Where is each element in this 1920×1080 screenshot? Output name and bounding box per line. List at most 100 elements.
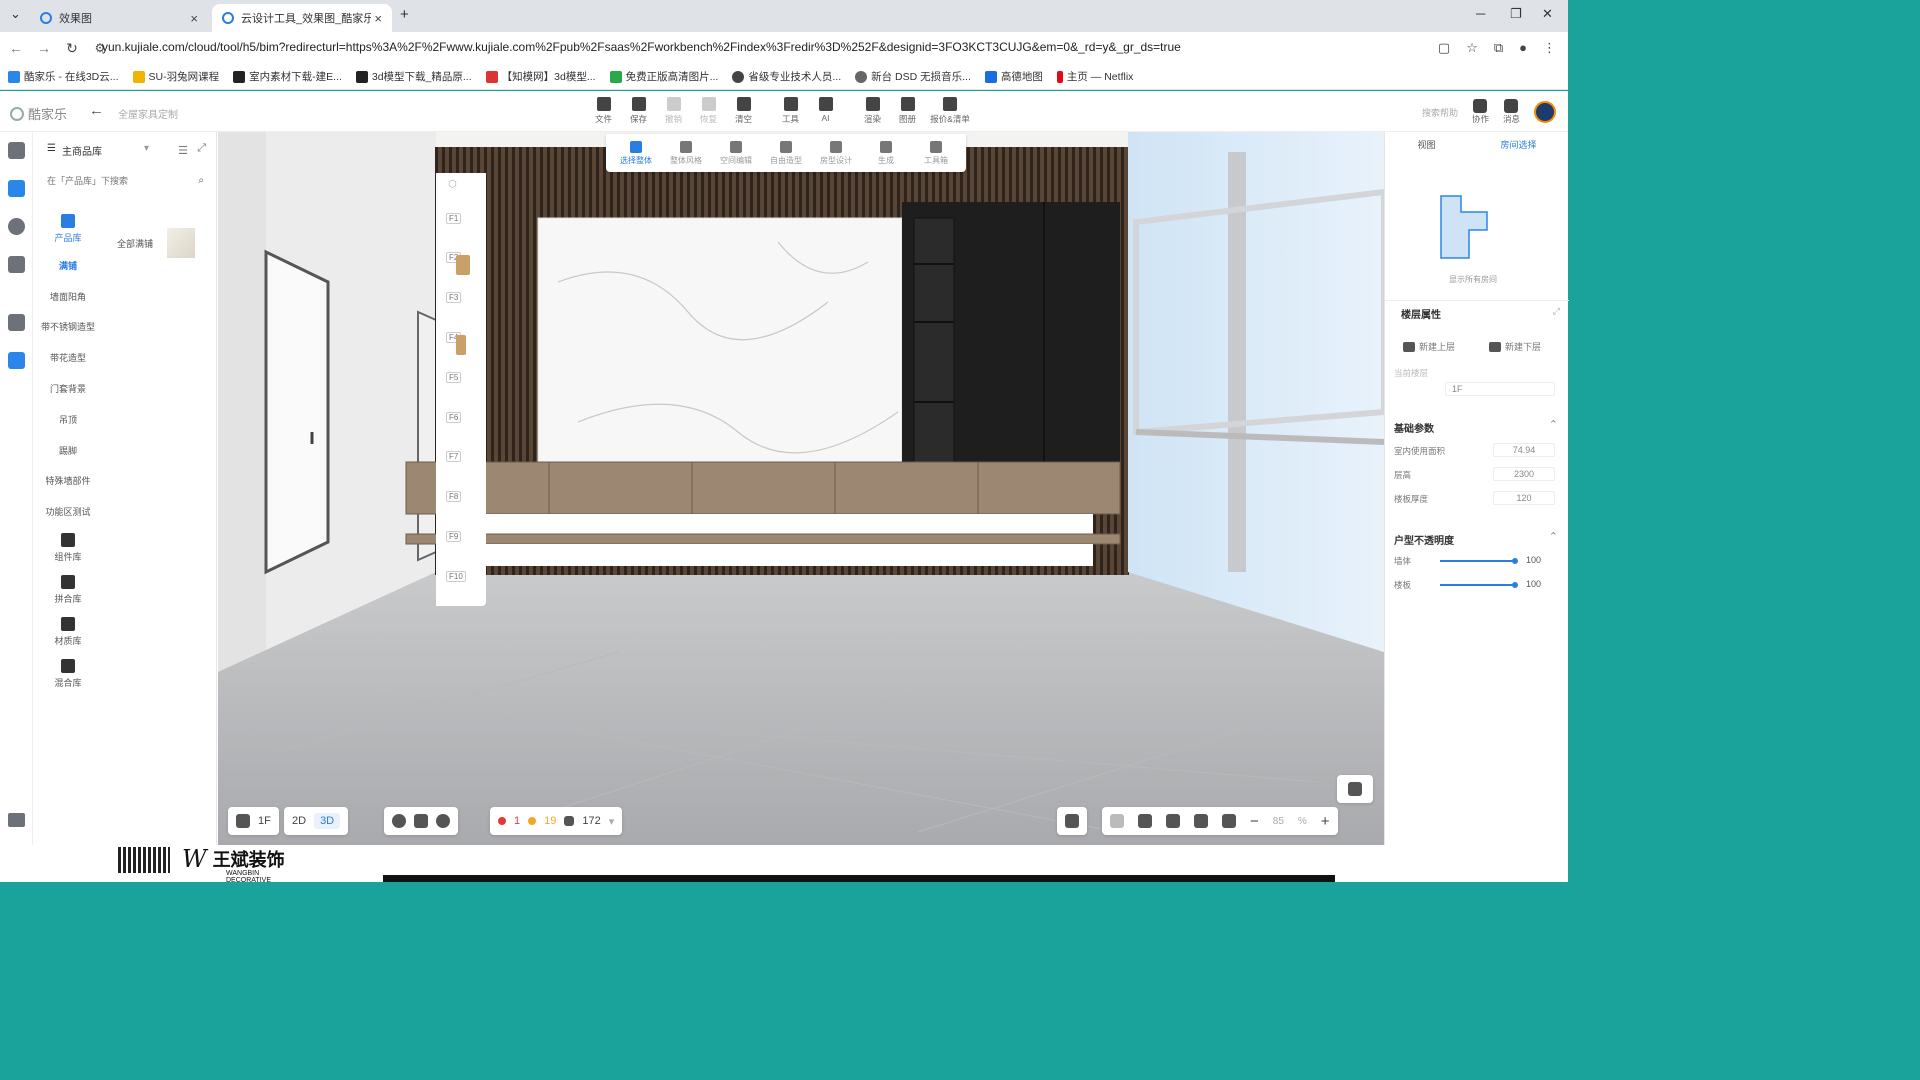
clipboard-button[interactable] (1337, 775, 1373, 803)
search-help[interactable]: 搜索帮助 (1422, 106, 1458, 119)
floor-item[interactable]: F9 (446, 531, 462, 542)
issue-counter[interactable]: 1 19 172 ▾ (490, 807, 623, 835)
nav-material-library[interactable]: 材质库 (33, 611, 103, 653)
cabinet-icon[interactable] (8, 256, 25, 273)
bookmark-3[interactable]: 室内素材下载-建E... (233, 69, 342, 84)
nav-component-library[interactable]: 组件库 (33, 527, 103, 569)
new-upper-floor-button[interactable]: 新建上层 (1403, 340, 1455, 353)
mode-generate[interactable]: 生成 (866, 140, 906, 166)
bookmark-6[interactable]: 免费正版高清图片... (609, 69, 718, 84)
collaborate-button[interactable]: 协作 (1472, 99, 1489, 125)
puzzle-icon[interactable] (8, 314, 25, 331)
settings-panel-icon[interactable] (8, 813, 25, 827)
toolbar-file[interactable]: 文件 (586, 97, 621, 125)
mode-floorplan[interactable]: 房型设计 (816, 140, 856, 166)
tab-list-icon[interactable]: ⌄ (10, 6, 21, 22)
toolbar-quote[interactable]: 报价&清单 (925, 97, 975, 125)
bookmark-5[interactable]: 【知模网】3d模型... (485, 69, 596, 84)
category-item[interactable]: 带不锈钢造型 (33, 312, 103, 343)
category-item[interactable]: 墙面阳角 (33, 281, 103, 312)
restore-icon[interactable]: ❐ (1510, 6, 1522, 22)
mode-select-all[interactable]: 选择整体 (616, 140, 656, 166)
back-icon[interactable]: ← (2, 40, 30, 56)
floor-item[interactable]: F6 (446, 412, 462, 423)
3d-viewport[interactable]: ⬡ F1 F2 F3 F4 F5 F6 F7 F8 F9 F10 选择整体 整体… (218, 132, 1384, 845)
wall-opacity-slider[interactable] (1440, 560, 1516, 562)
project-name[interactable]: 全屋家具定制 (118, 106, 178, 121)
toolbar-clear[interactable]: 清空 (726, 97, 761, 125)
menu-icon[interactable]: ⋮ (1543, 40, 1556, 56)
house-icon[interactable] (8, 352, 25, 369)
floor-item[interactable]: F1 (446, 213, 462, 224)
floor-item[interactable]: F10 (446, 571, 466, 582)
floor-item[interactable]: F8 (446, 491, 462, 502)
view-3d-button[interactable]: 3D (314, 813, 341, 829)
toolbar-save[interactable]: 保存 (621, 97, 656, 125)
chevron-up-icon[interactable]: ⌃ (1549, 530, 1558, 543)
profile-icon[interactable]: ● (1519, 40, 1527, 56)
zoom-window-icon[interactable] (1222, 814, 1236, 828)
rotate-view-icon[interactable] (1138, 814, 1152, 828)
toolbar-ai[interactable]: AI (808, 97, 843, 125)
url-field[interactable]: yun.kujiale.com/cloud/tool/h5/bim?redire… (102, 40, 1181, 54)
nav-mixed-library[interactable]: 混合库 (33, 653, 103, 695)
zoom-in-icon[interactable]: + (1321, 813, 1330, 830)
library-product-item[interactable]: 全部满铺 (117, 228, 196, 258)
toolbar-album[interactable]: 图册 (890, 97, 925, 125)
nav-assembly-library[interactable]: 拼合库 (33, 569, 103, 611)
furniture-icon[interactable] (8, 142, 25, 159)
slider-knob[interactable] (1512, 582, 1518, 588)
mode-free-shape[interactable]: 自由造型 (766, 140, 806, 166)
library-title[interactable]: ☰ 主商品库 ▾ (47, 143, 149, 158)
user-icon[interactable] (8, 218, 25, 235)
copy-icon[interactable] (414, 814, 428, 828)
eye-icon[interactable] (392, 814, 406, 828)
param-value[interactable]: 120 (1493, 491, 1555, 505)
screenshot-icon[interactable] (1110, 814, 1124, 828)
library-search-input[interactable] (47, 172, 207, 190)
chevron-up-icon[interactable]: ⌃ (1549, 418, 1558, 431)
category-item[interactable]: 门套背景 (33, 373, 103, 404)
view-2d-button[interactable]: 2D (292, 815, 306, 827)
toolbar-redo[interactable]: 恢复 (691, 97, 726, 125)
filter-icon[interactable]: ☰ (178, 144, 188, 157)
bookmark-1[interactable]: 酷家乐 - 在线3D云... (8, 69, 119, 84)
bookmark-2[interactable]: SU-羽兔网课程 (132, 69, 219, 84)
expand-icon[interactable]: ⤢ (1553, 306, 1560, 317)
browser-tab-1[interactable]: 效果图 × (30, 4, 208, 32)
cube-icon[interactable]: ⬡ (448, 179, 457, 190)
floor-item[interactable]: F3 (446, 292, 462, 303)
category-item[interactable]: 踢脚 (33, 435, 103, 466)
floorplan-thumbnail[interactable] (1439, 194, 1489, 260)
floor-item[interactable]: F7 (446, 451, 462, 462)
close-window-icon[interactable]: ✕ (1542, 6, 1553, 22)
tab-view[interactable]: 视图 (1417, 138, 1435, 151)
gauge-icon[interactable] (436, 814, 450, 828)
category-item[interactable]: 满铺 (33, 250, 103, 281)
category-item[interactable]: 功能区测试 (33, 496, 103, 527)
slider-knob[interactable] (1512, 558, 1518, 564)
toolbar-tools[interactable]: 工具 (773, 97, 808, 125)
orbit-icon[interactable] (1166, 814, 1180, 828)
zoom-out-icon[interactable]: − (1250, 813, 1259, 830)
category-item[interactable]: 带花造型 (33, 342, 103, 373)
expand-icon[interactable]: ⤢ (197, 142, 206, 155)
messages-button[interactable]: 消息 (1503, 99, 1520, 125)
camera-settings-icon[interactable] (1065, 814, 1079, 828)
browser-tab-2[interactable]: 云设计工具_效果图_酷家乐作业 × (212, 4, 392, 32)
param-value[interactable]: 2300 (1493, 467, 1555, 481)
nav-product-library[interactable]: 产品库 (33, 208, 103, 250)
close-tab-icon[interactable]: × (374, 11, 382, 26)
new-tab-button[interactable]: + (400, 6, 409, 23)
opacity-value[interactable]: 100 (1526, 579, 1541, 589)
toolbar-render[interactable]: 渲染 (855, 97, 890, 125)
param-value[interactable]: 74.94 (1493, 443, 1555, 457)
mode-space-edit[interactable]: 空间编辑 (716, 140, 756, 166)
new-lower-floor-button[interactable]: 新建下层 (1489, 340, 1541, 353)
bookmark-4[interactable]: 3d模型下载_精品原... (355, 69, 472, 84)
bookmark-9[interactable]: 高德地图 (984, 69, 1043, 84)
fit-view-icon[interactable] (1194, 814, 1208, 828)
avatar[interactable] (1534, 101, 1556, 123)
zoom-level[interactable]: 85 (1273, 816, 1284, 827)
floor-opacity-slider[interactable] (1440, 584, 1516, 586)
